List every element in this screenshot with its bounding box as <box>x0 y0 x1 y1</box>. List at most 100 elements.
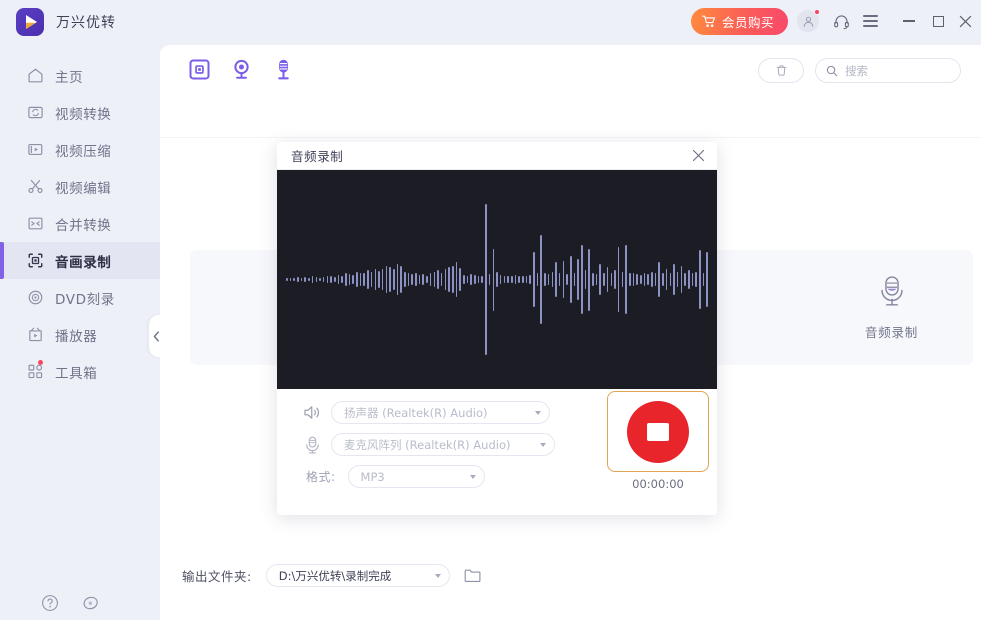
screen-record-icon <box>188 58 211 81</box>
waveform-bar <box>703 273 705 287</box>
video-compress-icon <box>26 141 44 159</box>
waveform-bar <box>636 274 638 285</box>
output-folder-path: D:\万兴优转\录制完成 <box>279 568 431 584</box>
waveform-bar <box>677 272 679 288</box>
feedback-button[interactable] <box>81 593 100 612</box>
webcam-record-tab[interactable] <box>224 52 258 86</box>
waveform-bar <box>570 256 572 303</box>
waveform-bar <box>481 276 483 282</box>
sidebar-item-player[interactable]: 播放器 <box>0 316 160 353</box>
waveform-bar <box>706 252 708 308</box>
waveform-bar <box>467 276 469 284</box>
waveform-bar <box>559 273 561 285</box>
record-mode-tabbar <box>160 45 981 93</box>
waveform-bar <box>386 266 388 294</box>
minimize-button[interactable] <box>895 8 923 34</box>
waveform-bar <box>585 270 587 289</box>
waveform-bar <box>647 274 649 285</box>
sidebar-item-video-convert[interactable]: 视频转换 <box>0 94 160 131</box>
waveform-bar <box>666 269 668 291</box>
maximize-icon <box>933 16 944 27</box>
cart-icon <box>702 15 716 28</box>
toolbox-badge-dot <box>38 360 43 365</box>
sidebar-item-label: DVD刻录 <box>55 288 115 308</box>
waveform-bar <box>327 276 329 284</box>
content-divider <box>160 137 981 138</box>
waveform-bar <box>692 273 694 285</box>
browse-folder-button[interactable] <box>463 566 483 586</box>
microphone-icon <box>272 58 295 81</box>
waveform-bar <box>511 276 513 284</box>
waveform-bar <box>500 275 502 284</box>
notification-dot <box>814 9 820 15</box>
waveform-bar <box>319 278 321 281</box>
waveform-bar <box>522 276 524 282</box>
screen-record-tab[interactable] <box>182 52 216 86</box>
support-button[interactable] <box>828 8 854 34</box>
sidebar-item-label: 合并转换 <box>55 214 111 234</box>
audio-record-tab[interactable] <box>266 52 300 86</box>
audio-record-card-label: 音频录制 <box>865 322 918 341</box>
waveform-bar <box>470 274 472 285</box>
waveform-bar <box>699 250 701 309</box>
waveform-bar <box>673 264 675 295</box>
sidebar-item-toolbox[interactable]: 工具箱 <box>0 353 160 390</box>
waveform-bar <box>603 273 605 287</box>
waveform-bar <box>352 275 354 284</box>
sidebar-item-dvd-burn[interactable]: DVD刻录 <box>0 279 160 316</box>
close-icon <box>692 149 705 162</box>
buy-membership-label: 会员购买 <box>722 12 774 31</box>
dialog-close-button[interactable] <box>689 147 707 165</box>
sidebar-item-label: 视频压缩 <box>55 140 111 160</box>
waveform-bar <box>297 277 299 282</box>
delete-button[interactable] <box>758 58 804 83</box>
waveform-bar <box>695 272 697 288</box>
waveform-bar <box>441 273 443 287</box>
sidebar-item-label: 主页 <box>55 66 83 86</box>
waveform-bar <box>430 273 432 285</box>
search-field[interactable] <box>815 58 961 83</box>
chevron-down-icon <box>540 443 546 447</box>
microphone-select[interactable]: 麦克风阵列 (Realtek(R) Audio) <box>331 433 555 456</box>
sidebar-item-home[interactable]: 主页 <box>0 57 160 94</box>
app-logo-icon <box>16 8 44 36</box>
microphone-icon <box>301 436 323 454</box>
output-folder-select[interactable]: D:\万兴优转\录制完成 <box>266 564 450 587</box>
sidebar-item-video-edit[interactable]: 视频编辑 <box>0 168 160 205</box>
close-window-button[interactable] <box>951 8 979 34</box>
waveform-bar <box>504 276 506 284</box>
audio-record-dialog: 音频录制 扬声器 (Realtek(R) Audio) <box>277 142 717 515</box>
waveform-bar <box>434 272 436 288</box>
folder-icon <box>464 568 481 583</box>
search-icon <box>826 65 838 77</box>
user-account-button[interactable] <box>795 8 821 34</box>
stop-record-button[interactable] <box>607 391 709 472</box>
dialog-header: 音频录制 <box>277 142 717 170</box>
audio-record-card[interactable]: 音频录制 <box>810 250 973 365</box>
waveform-bar <box>655 273 657 285</box>
maximize-button[interactable] <box>924 8 952 34</box>
waveform-bar <box>552 272 554 288</box>
waveform-bar <box>378 271 380 288</box>
hamburger-menu-icon <box>863 12 878 30</box>
menu-button[interactable] <box>857 8 883 34</box>
waveform-bar <box>338 275 340 284</box>
sidebar-item-video-compress[interactable]: 视频压缩 <box>0 131 160 168</box>
buy-membership-button[interactable]: 会员购买 <box>691 8 788 35</box>
speaker-select[interactable]: 扬声器 (Realtek(R) Audio) <box>331 401 550 424</box>
waveform-bar <box>419 275 421 284</box>
sidebar-item-merge-convert[interactable]: 合并转换 <box>0 205 160 242</box>
waveform-display <box>277 170 717 389</box>
sidebar-item-record[interactable]: 音画录制 <box>0 242 160 279</box>
format-select[interactable]: MP3 <box>348 465 485 488</box>
help-button[interactable] <box>40 593 59 612</box>
waveform-bar <box>448 267 450 292</box>
waveform-bar <box>290 278 292 281</box>
search-input[interactable] <box>845 64 945 78</box>
waveform-bar <box>618 247 620 312</box>
waveform-bar <box>371 272 373 288</box>
waveform-bar <box>633 273 635 285</box>
waveform-bar <box>688 270 690 289</box>
chevron-down-icon <box>535 411 541 415</box>
waveform-bar <box>445 269 447 291</box>
